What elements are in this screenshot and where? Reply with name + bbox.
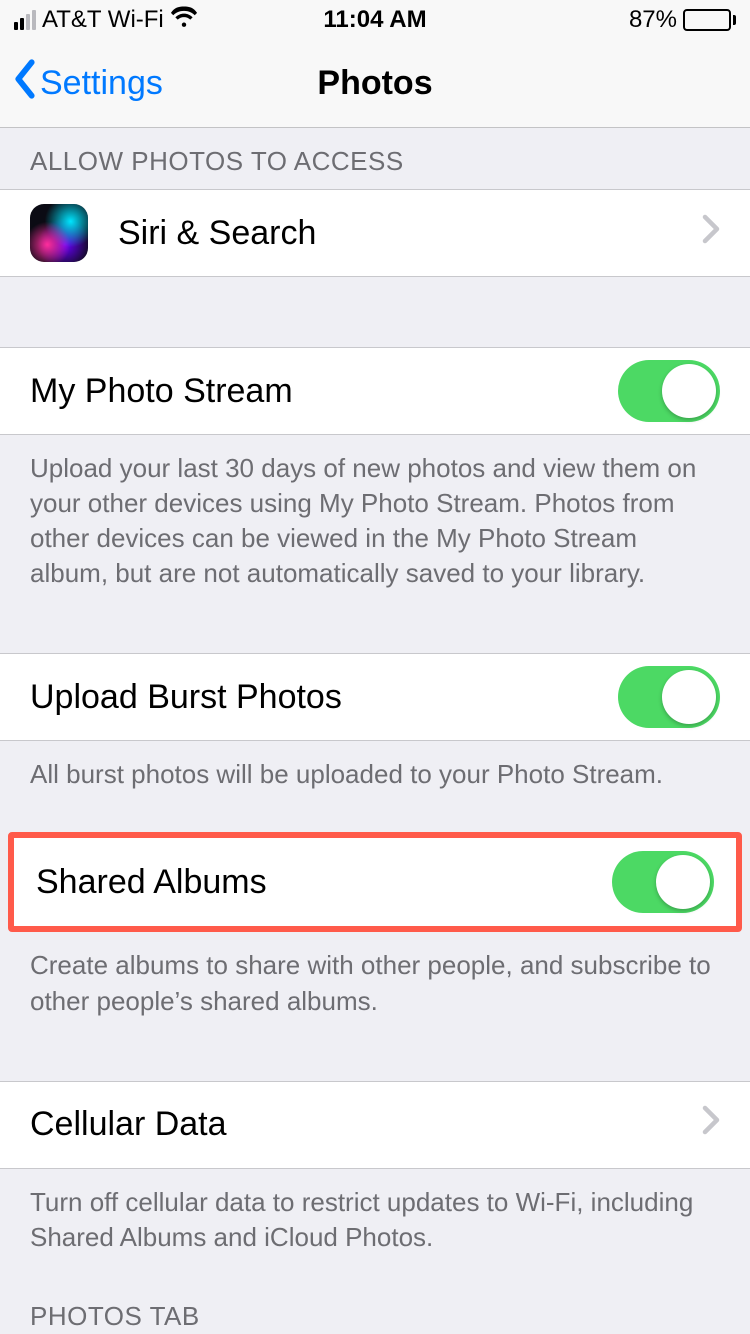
chevron-right-icon	[702, 1105, 720, 1144]
footer-cellular-data: Turn off cellular data to restrict updat…	[0, 1169, 750, 1279]
row-cellular-data[interactable]: Cellular Data	[0, 1081, 750, 1169]
spacer	[0, 615, 750, 653]
siri-icon	[30, 204, 88, 262]
battery-icon	[683, 9, 736, 31]
row-siri-search[interactable]: Siri & Search	[0, 189, 750, 277]
content: ALLOW PHOTOS TO ACCESS Siri & Search My …	[0, 128, 750, 1334]
nav-bar: Settings Photos	[0, 40, 750, 128]
row-upload-burst: Upload Burst Photos	[0, 653, 750, 741]
row-label: Upload Burst Photos	[30, 678, 618, 717]
row-label: My Photo Stream	[30, 372, 618, 411]
spacer	[0, 277, 750, 347]
row-my-photo-stream: My Photo Stream	[0, 347, 750, 435]
footer-shared-albums: Create albums to share with other people…	[0, 932, 750, 1042]
section-header-allow: ALLOW PHOTOS TO ACCESS	[0, 128, 750, 189]
status-time: 11:04 AM	[0, 6, 750, 34]
footer-upload-burst: All burst photos will be uploaded to you…	[0, 741, 750, 816]
footer-my-photo-stream: Upload your last 30 days of new photos a…	[0, 435, 750, 615]
page-title: Photos	[0, 64, 750, 103]
row-label: Shared Albums	[36, 863, 612, 902]
row-label: Siri & Search	[118, 214, 688, 253]
toggle-my-photo-stream[interactable]	[618, 360, 720, 422]
chevron-right-icon	[702, 214, 720, 253]
toggle-upload-burst[interactable]	[618, 666, 720, 728]
highlight-shared-albums: Shared Albums	[8, 832, 742, 932]
status-bar: AT&T Wi-Fi 11:04 AM 87%	[0, 0, 750, 40]
row-label: Cellular Data	[30, 1105, 688, 1144]
spacer	[0, 1043, 750, 1081]
spacer	[0, 816, 750, 832]
row-shared-albums: Shared Albums	[14, 838, 736, 926]
section-header-photos-tab: PHOTOS TAB	[0, 1279, 750, 1334]
toggle-shared-albums[interactable]	[612, 851, 714, 913]
